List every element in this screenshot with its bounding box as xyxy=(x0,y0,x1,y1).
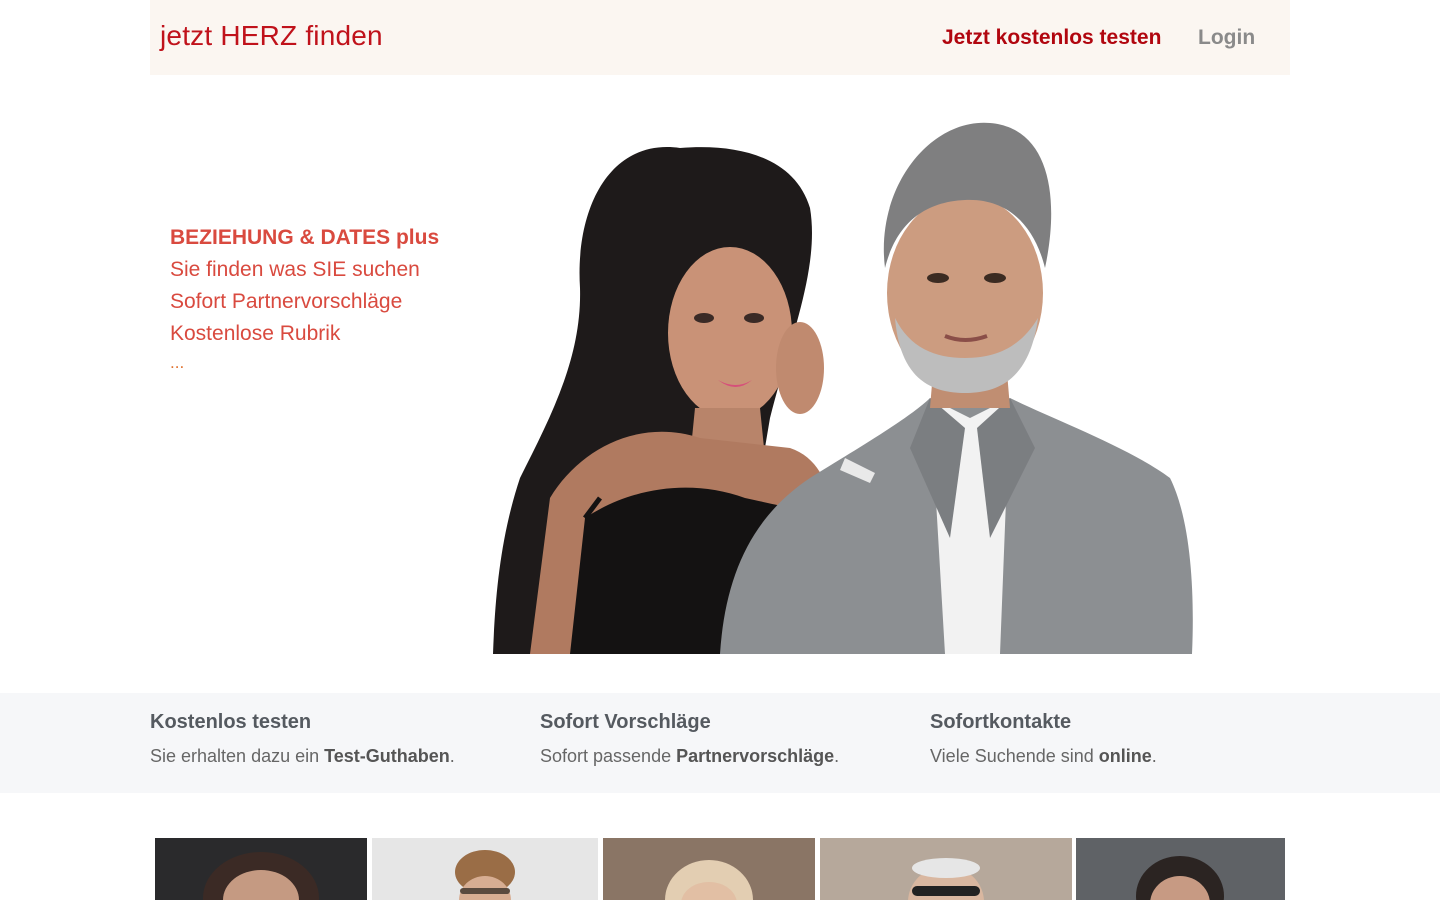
profile-photo-5[interactable] xyxy=(1076,838,1285,900)
profile-photo-strip xyxy=(0,838,1440,900)
feature-text-prefix: Sie erhalten dazu ein xyxy=(150,746,325,766)
free-trial-link[interactable]: Jetzt kostenlos testen xyxy=(942,26,1161,50)
hero-line-2: Sofort Partnervorschläge xyxy=(170,290,403,313)
feature-instant-contacts: Sofortkontakte Viele Suchende sind onlin… xyxy=(930,711,1157,767)
brand-logo-link[interactable]: jetzt HERZ finden xyxy=(160,20,383,52)
hero-headline: BEZIEHUNG & DATES plus xyxy=(170,226,440,249)
login-link[interactable]: Login xyxy=(1198,26,1255,50)
features-section: Kostenlos testen Sie erhalten dazu ein T… xyxy=(0,693,1440,793)
hero-couple-image xyxy=(493,122,1193,654)
site-header: jetzt HERZ finden Jetzt kostenlos testen… xyxy=(150,0,1290,75)
feature-text-suffix: . xyxy=(449,746,455,766)
feature-title: Sofortkontakte xyxy=(930,711,1072,733)
feature-suggestions: Sofort Vorschläge Sofort passende Partne… xyxy=(540,711,839,767)
feature-text-highlight: Test-Guthaben xyxy=(324,746,450,766)
feature-text-highlight: Partnervorschläge xyxy=(676,746,835,766)
feature-text-prefix: Viele Suchende sind xyxy=(930,746,1099,766)
hero-line-3: Kostenlose Rubrik xyxy=(170,322,341,345)
feature-text-suffix: . xyxy=(834,746,840,766)
feature-free-trial: Kostenlos testen Sie erhalten dazu ein T… xyxy=(150,711,455,767)
feature-text-highlight: online xyxy=(1098,746,1152,766)
hero-text: BEZIEHUNG & DATES plus Sie finden was SI… xyxy=(170,222,439,376)
feature-text-suffix: . xyxy=(1151,746,1157,766)
feature-text-prefix: Sofort passende xyxy=(540,746,677,766)
feature-text: Sie erhalten dazu ein Test-Guthaben. xyxy=(150,746,455,767)
profile-photo-3[interactable] xyxy=(603,838,815,900)
feature-title: Sofort Vorschläge xyxy=(540,711,711,733)
profile-photo-2[interactable] xyxy=(372,838,598,900)
profile-photo-4[interactable] xyxy=(820,838,1072,900)
profile-photo-1[interactable] xyxy=(155,838,367,900)
hero-ellipsis: ... xyxy=(170,353,185,372)
feature-text: Viele Suchende sind online. xyxy=(930,746,1157,767)
feature-text: Sofort passende Partnervorschläge. xyxy=(540,746,839,767)
hero-line-1: Sie finden was SIE suchen xyxy=(170,258,420,281)
feature-title: Kostenlos testen xyxy=(150,711,312,733)
